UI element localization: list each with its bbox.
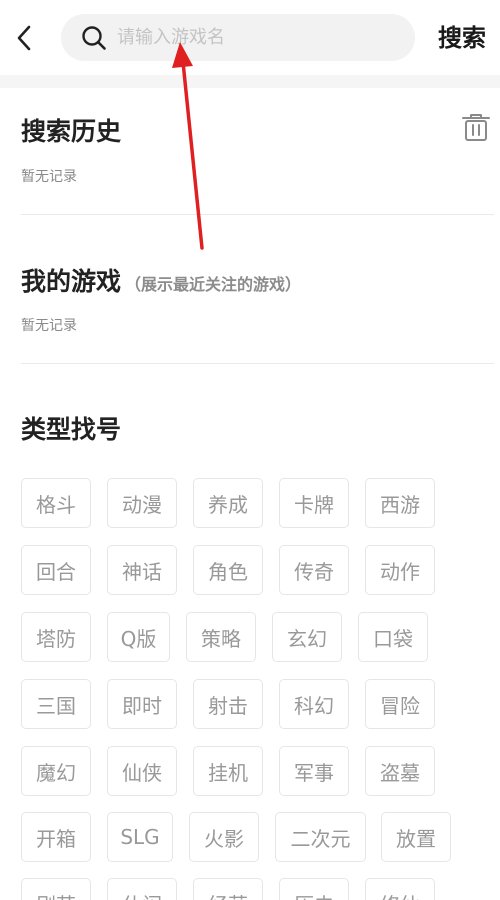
- category-tag[interactable]: 传奇: [279, 545, 349, 595]
- category-tag[interactable]: 西游: [365, 478, 435, 528]
- history-title: 搜索历史: [21, 117, 122, 146]
- category-tag[interactable]: SLG: [107, 812, 173, 862]
- back-button[interactable]: [10, 20, 38, 56]
- category-tag[interactable]: 射击: [193, 679, 263, 729]
- category-tag[interactable]: 策略: [186, 612, 256, 662]
- category-tag[interactable]: 二次元: [275, 812, 366, 862]
- divider: [21, 214, 494, 215]
- category-tag[interactable]: 仙侠: [107, 746, 177, 796]
- category-tag[interactable]: 玄幻: [272, 612, 342, 662]
- category-tag[interactable]: 角色: [193, 545, 263, 595]
- category-tag[interactable]: 放置: [381, 812, 451, 862]
- my-games-empty-text: 暂无记录: [21, 318, 77, 334]
- categories-title: 类型找号: [21, 415, 122, 444]
- category-tag[interactable]: 火影: [189, 812, 259, 862]
- my-games-subtitle: （展示最近关注的游戏）: [125, 275, 302, 294]
- category-tag[interactable]: 格斗: [21, 478, 91, 528]
- trash-icon[interactable]: [460, 112, 492, 142]
- category-tag[interactable]: 挂机: [193, 746, 263, 796]
- category-tag[interactable]: 盗墓: [365, 746, 435, 796]
- category-tag[interactable]: 剧萌: [21, 878, 91, 900]
- category-tag[interactable]: 开箱: [21, 812, 91, 862]
- category-tag[interactable]: 卡牌: [279, 478, 349, 528]
- category-tag[interactable]: Q版: [107, 612, 170, 662]
- category-tag[interactable]: 魔幻: [21, 746, 91, 796]
- category-tag[interactable]: 即时: [107, 679, 177, 729]
- category-tag[interactable]: 冒险: [365, 679, 435, 729]
- search-icon: [82, 26, 106, 50]
- search-button[interactable]: 搜索: [438, 20, 486, 56]
- search-input[interactable]: [117, 14, 397, 61]
- history-empty-text: 暂无记录: [21, 169, 77, 185]
- category-tag[interactable]: 科幻: [279, 679, 349, 729]
- category-tag[interactable]: 军事: [279, 746, 349, 796]
- category-tag[interactable]: 修仙: [365, 878, 435, 900]
- chevron-left-icon: [17, 25, 31, 51]
- category-tag[interactable]: 休闲: [107, 878, 177, 900]
- category-tag[interactable]: 回合: [21, 545, 91, 595]
- category-tag[interactable]: 历史: [279, 878, 349, 900]
- my-games-title-text: 我的游戏: [21, 267, 122, 296]
- search-page: 搜索 搜索历史 暂无记录 我的游戏（展示最近关注的游戏） 暂无记录 类型找号 格…: [0, 0, 500, 900]
- category-tag[interactable]: 塔防: [21, 612, 91, 662]
- category-tag[interactable]: 动作: [365, 545, 435, 595]
- top-bar: 搜索: [0, 0, 500, 75]
- category-tag[interactable]: 养成: [193, 478, 263, 528]
- category-tag[interactable]: 口袋: [358, 612, 428, 662]
- category-tag[interactable]: 三国: [21, 679, 91, 729]
- category-tag[interactable]: 动漫: [107, 478, 177, 528]
- header-separator: [0, 75, 500, 88]
- search-box[interactable]: [61, 14, 415, 61]
- category-tag[interactable]: 经营: [193, 878, 263, 900]
- divider: [21, 363, 494, 364]
- my-games-title: 我的游戏 （展示最近关注的游戏）: [21, 262, 301, 298]
- category-tag[interactable]: 神话: [107, 545, 177, 595]
